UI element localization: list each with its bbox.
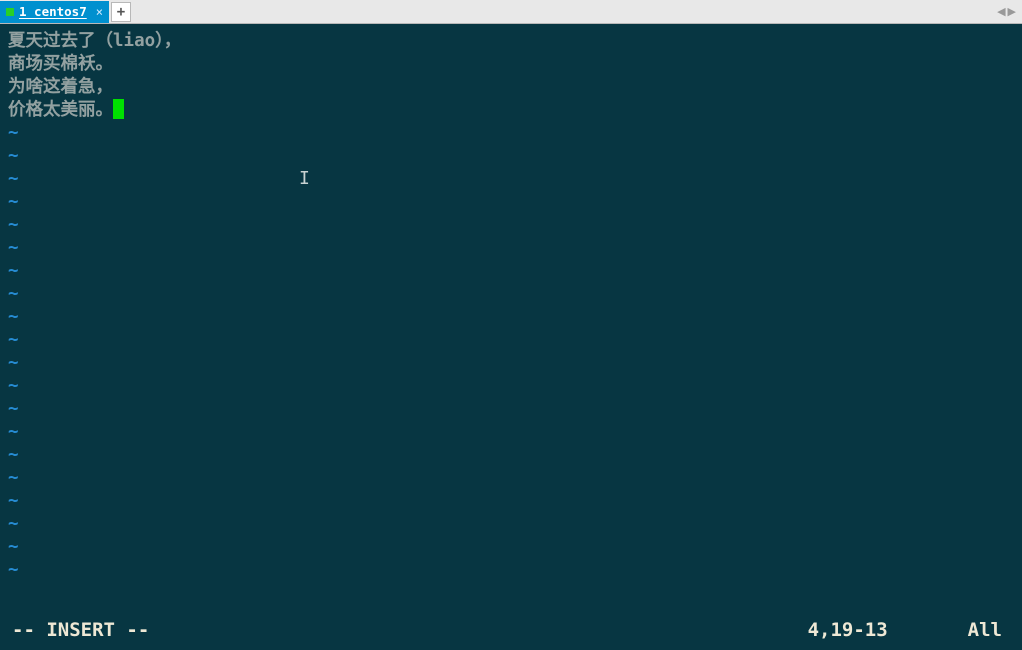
- tab-centos7[interactable]: 1 centos7 ×: [0, 1, 109, 23]
- tab-status-indicator: [6, 8, 14, 16]
- status-bar: -- INSERT -- 4,19-13 All: [8, 618, 1014, 650]
- empty-line-tilde: ~: [8, 375, 1014, 398]
- tab-label: 1 centos7: [19, 4, 87, 19]
- empty-line-tilde: ~: [8, 168, 1014, 191]
- empty-line-tilde: ~: [8, 467, 1014, 490]
- empty-line-tilde: ~: [8, 306, 1014, 329]
- status-mode: -- INSERT --: [12, 619, 149, 642]
- empty-line-tilde: ~: [8, 421, 1014, 444]
- empty-line-tilde: ~: [8, 536, 1014, 559]
- status-position: 4,19-13: [808, 619, 888, 642]
- empty-line-tilde: ~: [8, 122, 1014, 145]
- empty-line-tilde: ~: [8, 145, 1014, 168]
- editor-content[interactable]: 夏天过去了（liao），商场买棉袄。为啥这着急，价格太美丽。~~~~~~~~~~…: [8, 30, 1014, 618]
- empty-line-tilde: ~: [8, 214, 1014, 237]
- terminal-editor[interactable]: 夏天过去了（liao），商场买棉袄。为啥这着急，价格太美丽。~~~~~~~~~~…: [0, 24, 1022, 650]
- empty-line-tilde: ~: [8, 283, 1014, 306]
- tab-bar: 1 centos7 × + ◀ ▶: [0, 0, 1022, 24]
- tab-nav-controls: ◀ ▶: [997, 5, 1022, 18]
- text-line: 夏天过去了（liao），: [8, 30, 1014, 53]
- new-tab-button[interactable]: +: [111, 2, 131, 22]
- next-tab-icon[interactable]: ▶: [1008, 5, 1016, 18]
- empty-line-tilde: ~: [8, 398, 1014, 421]
- vim-cursor: [113, 99, 124, 119]
- text-line: 商场买棉袄。: [8, 53, 1014, 76]
- empty-line-tilde: ~: [8, 260, 1014, 283]
- empty-line-tilde: ~: [8, 513, 1014, 536]
- empty-line-tilde: ~: [8, 444, 1014, 467]
- prev-tab-icon[interactable]: ◀: [997, 5, 1005, 18]
- empty-line-tilde: ~: [8, 237, 1014, 260]
- empty-line-tilde: ~: [8, 559, 1014, 582]
- empty-line-tilde: ~: [8, 191, 1014, 214]
- close-icon[interactable]: ×: [92, 5, 103, 19]
- empty-line-tilde: ~: [8, 329, 1014, 352]
- text-line: 为啥这着急，: [8, 76, 1014, 99]
- status-scroll: All: [968, 619, 1002, 642]
- text-line: 价格太美丽。: [8, 99, 1014, 122]
- empty-line-tilde: ~: [8, 352, 1014, 375]
- empty-line-tilde: ~: [8, 490, 1014, 513]
